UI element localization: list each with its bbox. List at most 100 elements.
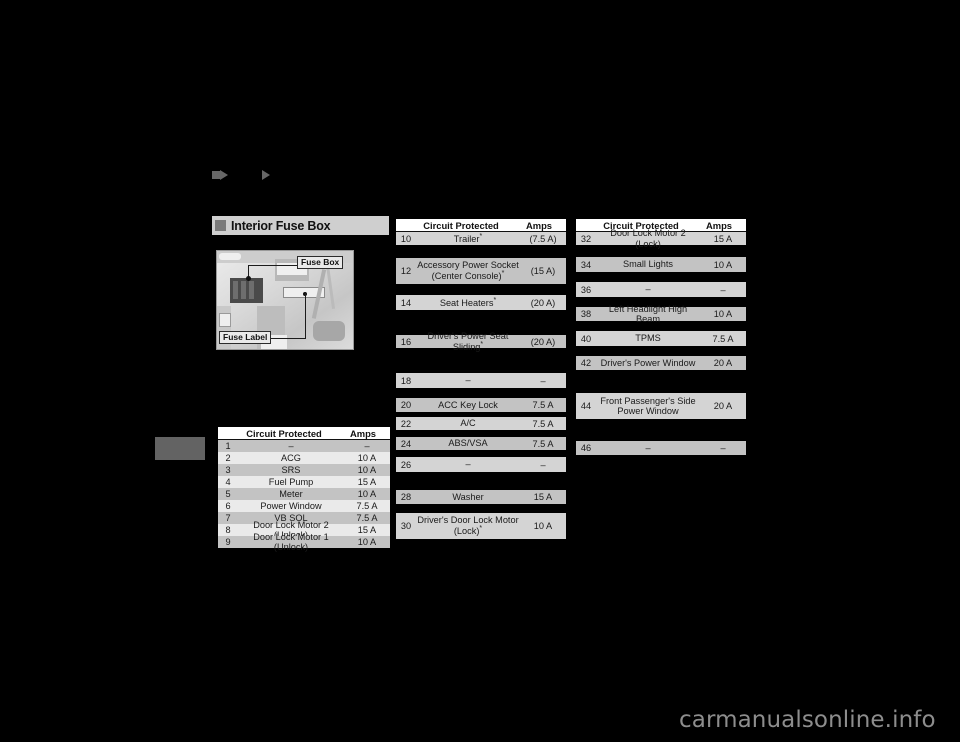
photo-detail [325,265,336,309]
circuit-protected-value: ACC Key Lock [438,399,498,410]
fuse-number: 38 [580,309,592,319]
table-row-gap [396,450,566,457]
amps-value: 10 A [533,521,553,531]
table-row: 42 Driver's Power Window 20 A [576,356,746,370]
amps-value: 7.5 A [356,513,378,523]
fuse-number: 44 [580,401,592,411]
circuit-protected-value: Small Lights [622,259,674,270]
table-row: 16 Driver's Power Seat Sliding* (20 A) [396,331,566,352]
table-row: 9 Door Lock Motor 1 (Unlock) 10 A [218,532,390,552]
table-row: 5 Meter 10 A [218,488,390,500]
fuse-table-middle: Circuit Protected Amps 10 Trailer* (7.5 A) 12… [396,219,566,539]
table-row-gap [396,472,566,490]
table-row-gap [576,346,746,356]
leader-dot [246,276,251,281]
fuse-number: 34 [580,259,592,270]
page-side-tab [155,437,205,460]
amps-value: – [540,375,546,386]
fuse-number: 10 [400,233,412,244]
fuse-number: 28 [400,492,412,502]
amps-value: 15 A [713,233,733,244]
circuit-protected-value: – [645,284,651,295]
table-row: 28 Washer 15 A [396,490,566,504]
amps-value: 7.5 A [532,400,554,410]
photo-detail [249,281,254,299]
leader-line [305,292,306,339]
fuse-number: 14 [400,297,412,308]
table-row-gap [396,284,566,295]
amps-value: 10 A [357,489,377,499]
amps-value: (20 A) [530,297,556,308]
table-row: 34 Small Lights 10 A [576,257,746,272]
fuse-number: 46 [580,443,592,453]
table-row: 18 – – [396,373,566,388]
table-row: 24 ABS/VSA 7.5 A [396,437,566,450]
table-row: 32 Door Lock Motor 2 (Lock) 15 A [576,228,746,249]
amps-value: (7.5 A) [529,233,557,244]
fuse-number: 2 [225,453,231,463]
fuse-number: 18 [400,375,412,386]
fuse-number: 30 [400,521,412,531]
table-row: 1 – – [218,440,390,452]
table-row-gap [396,430,566,437]
fuse-number: 36 [580,284,592,295]
photo-detail [241,281,246,299]
table-row-gap [576,321,746,331]
table-row-gap [576,272,746,282]
circuit-protected-value: ACG [281,452,301,463]
amps-value: 15 A [533,492,553,502]
circuit-protected-value: Washer [452,491,484,502]
circuit-protected-value: – [288,440,294,451]
fuse-table-left: Circuit Protected Amps 1 – – 2 ACG 10 A 3 SRS 10 A… [218,427,390,552]
column-header-amps: Amps [349,428,377,439]
table-row-gap [396,348,566,373]
table-row: 22 A/C 7.5 A [396,417,566,430]
circuit-protected-value: Accessory Power Socket (Center Console)* [417,260,519,282]
amps-value: (15 A) [530,266,556,276]
section-heading-label: Interior Fuse Box [231,218,331,233]
circuit-protected-value: ABS/VSA [448,438,488,449]
amps-value: 15 A [357,525,377,535]
photo-detail [219,253,241,260]
table-header-row: Circuit Protected Amps [218,427,390,440]
circuit-protected-value: Seat Heaters* [439,296,497,308]
fuse-number: 20 [400,400,412,410]
table-row: 6 Power Window 7.5 A [218,500,390,512]
arrow-right-icon [220,170,228,180]
table-row: 2 ACG 10 A [218,452,390,464]
circuit-protected-value: TPMS [635,333,661,344]
table-row-gap [396,504,566,513]
column-header-amps: Amps [525,220,553,231]
amps-value: 7.5 A [712,333,734,344]
table-row: 10 Trailer* (7.5 A) [396,232,566,245]
table-row-gap [576,370,746,393]
amps-value: 7.5 A [532,418,554,429]
amps-value: 10 A [713,309,733,319]
arrow-right-icon-secondary [262,170,270,180]
fuse-number: 6 [225,501,231,511]
amps-value: 15 A [357,477,377,487]
table-row: 46 – – [576,441,746,455]
circuit-protected-value: Power Window [260,500,322,511]
table-row: 26 – – [396,457,566,472]
fuse-number: 4 [225,477,231,487]
circuit-protected-value: Front Passenger's Side Power Window [600,395,696,416]
amps-value: 10 A [713,259,733,270]
fuse-number: 42 [580,358,592,368]
amps-value: 7.5 A [356,501,378,511]
circuit-protected-value: Meter [279,488,303,499]
amps-value: – [720,284,726,295]
table-row: 12 Accessory Power Socket (Center Console)… [396,258,566,284]
table-row: 3 SRS 10 A [218,464,390,476]
table-row: 4 Fuel Pump 15 A [218,476,390,488]
amps-value: 10 A [357,537,377,547]
circuit-protected-value: A/C [460,418,476,429]
circuit-protected-value: Fuel Pump [268,476,314,487]
circuit-protected-value: – [465,375,471,386]
amps-value: – [720,443,726,453]
circuit-protected-value: Trailer* [453,232,483,244]
amps-value: 20 A [713,358,733,368]
amps-value: 20 A [713,401,733,411]
fuse-number: 1 [225,441,231,451]
circuit-protected-value: – [645,442,651,453]
